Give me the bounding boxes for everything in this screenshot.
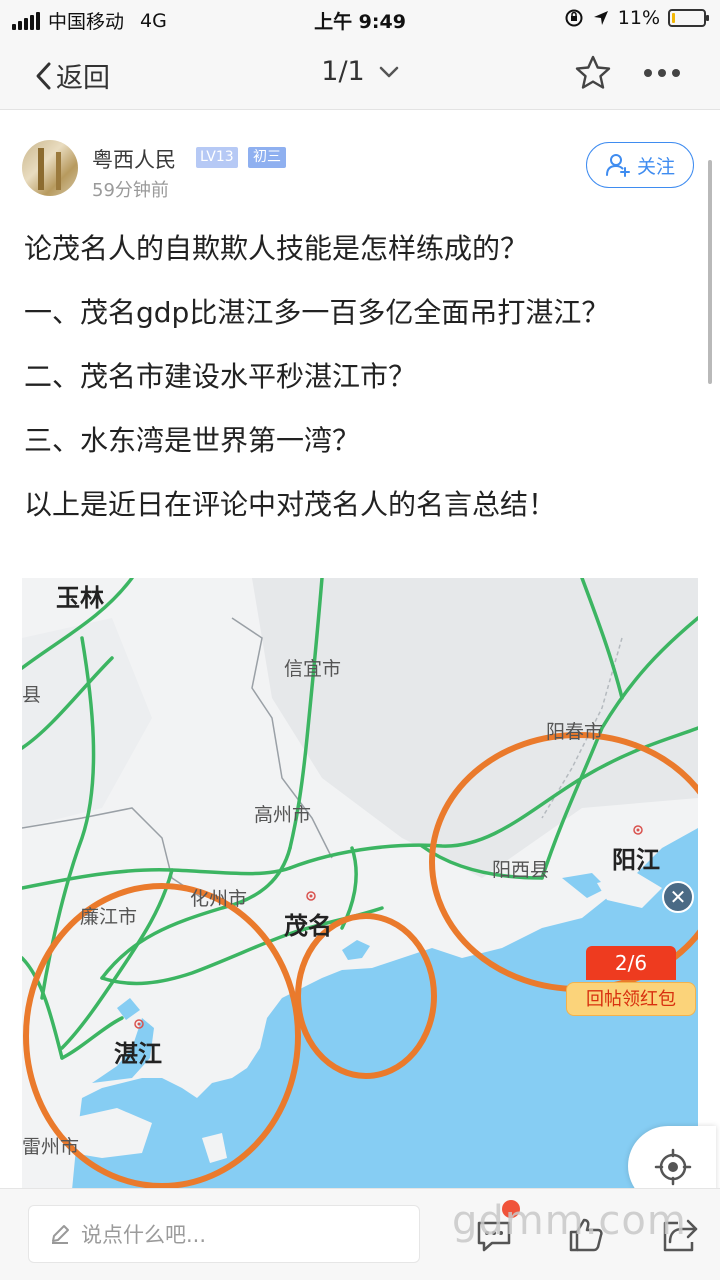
map-label-lianjiang: 廉江市: [80, 906, 138, 928]
more-dot-icon: [658, 69, 666, 77]
close-icon: ✕: [669, 885, 687, 909]
battery-percent: 11%: [617, 7, 660, 29]
post-line: 三、水东湾是世界第一湾？: [24, 424, 361, 457]
redpacket-label: 回帖领红包: [566, 982, 696, 1016]
page-indicator-label: 1/1: [321, 56, 365, 87]
page-indicator[interactable]: 1/1: [0, 56, 720, 87]
redpacket-count: 2/6: [586, 946, 676, 980]
post-body: 论茂名人的自欺欺人技能是怎样练成的？ 一、茂名gdp比湛江多一百多亿全面吊打湛江…: [24, 226, 704, 546]
status-right: 11%: [564, 7, 709, 29]
post-line: 二、茂名市建设水平秒湛江市？: [24, 360, 417, 393]
post-line: 一、茂名gdp比湛江多一百多亿全面吊打湛江？: [24, 296, 610, 329]
follow-button[interactable]: 关注: [586, 142, 694, 188]
close-float-button[interactable]: ✕: [662, 881, 694, 913]
status-bar: 中国移动 4G 上午 9:49 11%: [0, 0, 720, 38]
map-label-yangxi: 阳西县: [492, 859, 550, 881]
nav-bar: 返回 1/1: [0, 38, 720, 110]
star-icon: [575, 55, 611, 89]
map-image[interactable]: 玉林 县 信宜市 阳春市 高州市 阳西县 阳江 化州市 廉江市 茂名 湛江 雷州…: [22, 578, 698, 1190]
map-label-huazhou: 化州市: [190, 888, 248, 910]
comment-placeholder: 说点什么吧...: [81, 1223, 207, 1247]
battery-icon: [668, 9, 709, 27]
chevron-down-icon: [379, 66, 398, 77]
map-graphic: [22, 578, 698, 1190]
post-time: 59分钟前: [92, 180, 169, 201]
comment-input[interactable]: 说点什么吧...: [28, 1205, 420, 1263]
map-label-yangchun: 阳春市: [546, 721, 604, 743]
map-label-maoming: 茂名: [284, 912, 332, 940]
more-dot-icon: [644, 69, 652, 77]
more-dot-icon: [672, 69, 680, 77]
more-button[interactable]: [644, 69, 680, 77]
map-label-xinyi: 信宜市: [284, 658, 342, 680]
scrollbar[interactable]: [708, 160, 712, 384]
post-line: 以上是近日在评论中对茂名人的名言总结！: [24, 488, 557, 521]
post-title-line: 论茂名人的自欺欺人技能是怎样练成的？: [24, 232, 529, 265]
map-label-yangjiang: 阳江: [612, 846, 660, 874]
reply-redpacket-widget[interactable]: 2/6 回帖领红包: [566, 946, 696, 1018]
location-arrow-icon: [593, 11, 608, 25]
grade-badge: 初三: [248, 147, 286, 168]
map-label-leizhou: 雷州市: [22, 1136, 80, 1158]
crosshair-icon: [654, 1148, 692, 1186]
avatar[interactable]: [22, 140, 78, 196]
map-label-gaozhou: 高州市: [254, 804, 312, 826]
map-label-yulin: 玉林: [56, 584, 104, 612]
map-label-xian: 县: [22, 684, 42, 706]
map-label-zhanjiang: 湛江: [114, 1040, 162, 1068]
level-badge: LV13: [196, 147, 238, 168]
favorite-button[interactable]: [574, 54, 612, 96]
follow-label: 关注: [636, 155, 675, 178]
watermark: gdmm.com: [452, 1198, 687, 1244]
pencil-icon: [52, 1225, 69, 1244]
rotation-lock-icon: [565, 9, 583, 27]
author-name[interactable]: 粤西人民: [92, 144, 176, 174]
add-user-icon: [605, 154, 630, 177]
